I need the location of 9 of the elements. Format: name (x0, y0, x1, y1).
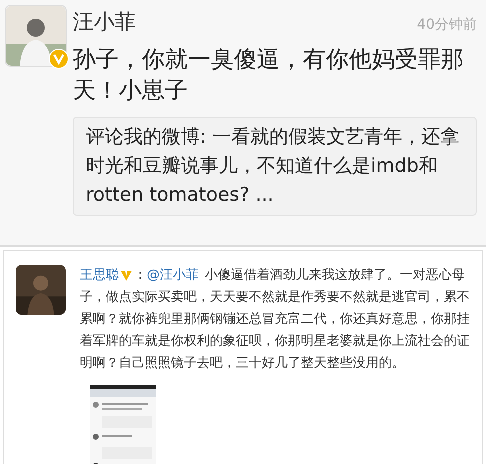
author-link[interactable]: 王思聪 (80, 268, 119, 283)
mention-link[interactable]: @汪小菲 (147, 268, 199, 283)
avatar[interactable] (6, 6, 66, 66)
author-name[interactable]: 汪小菲 (73, 7, 136, 38)
quoted-comment[interactable]: 评论我的微博: 一看就的假装文艺青年，还拿时光和豆瓣说事儿，不知道什么是imdb和rotten tomatoes? ... (73, 116, 477, 216)
post-time: 40分钟前 (417, 16, 477, 35)
repost-text: 王思聪 ：@汪小菲 小傻逼借着酒劲儿来我这放肆了。一对恶心母子，做点实际买卖吧，天天要不然就是作秀要不然就是逃官司，累不累啊？就你裤兜里那俩钢镚还总冒充富二代，你还真好意思，你那挂着军牌的车就是你权利的象征呗，你那明星老婆就是你上流社会的证明啊？自己照照镜子去吧，三十好几了整天整些没用的。 (80, 267, 471, 373)
post-text: 孙子，你就一臭傻逼，有你他妈受罪那天！小崽子 (73, 46, 465, 106)
avatar[interactable] (16, 265, 66, 315)
